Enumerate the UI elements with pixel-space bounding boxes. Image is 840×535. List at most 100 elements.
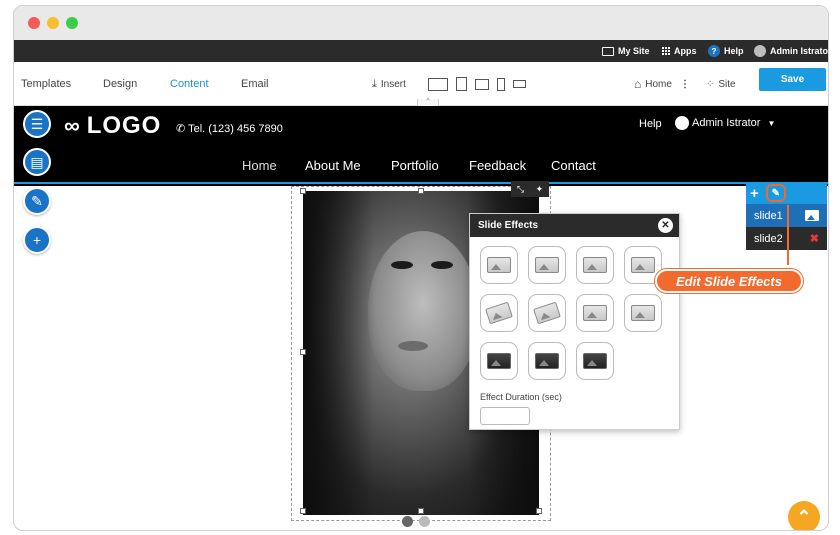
image-icon — [533, 301, 561, 325]
effect-option[interactable] — [528, 294, 566, 332]
slide-dot[interactable] — [402, 516, 413, 527]
avatar-icon — [675, 116, 689, 130]
apps-grid-icon — [662, 47, 670, 55]
tablet-landscape-view-icon[interactable] — [475, 78, 489, 90]
maximize-window-dot[interactable] — [66, 17, 78, 29]
minimize-window-dot[interactable] — [47, 17, 59, 29]
add-slide-icon[interactable]: + — [750, 185, 759, 202]
effect-option[interactable] — [528, 342, 566, 380]
resize-handle[interactable] — [300, 508, 306, 514]
image-icon — [535, 257, 559, 273]
chevron-up-icon: ⌃ — [796, 506, 812, 527]
dialog-title: Slide Effects — [470, 214, 679, 237]
delete-icon[interactable]: ✖ — [810, 232, 819, 245]
effect-duration-input[interactable] — [480, 407, 530, 425]
effect-option[interactable] — [576, 342, 614, 380]
monitor-icon — [602, 46, 614, 56]
tab-templates[interactable]: Templates — [21, 62, 71, 106]
insert-button[interactable]: ⤓ Insert — [372, 62, 406, 106]
plus-icon: + — [32, 232, 42, 248]
image-icon — [583, 305, 607, 321]
tab-design[interactable]: Design — [103, 62, 137, 106]
scroll-to-top-button[interactable]: ⌃ — [788, 501, 820, 530]
nav-contact[interactable]: Contact — [551, 158, 596, 173]
nav-home[interactable]: Home — [242, 158, 277, 173]
edit-slide-effects-callout: Edit Slide Effects — [655, 269, 803, 293]
effects-grid — [480, 246, 662, 380]
resize-icon[interactable]: ⤡ — [517, 184, 524, 195]
mobile-view-icon[interactable] — [497, 77, 505, 91]
home-page-selector[interactable]: ⌂ Home ⋮ — [634, 62, 690, 106]
page-list-icon: ☰ — [30, 115, 44, 132]
save-button[interactable]: Save — [759, 68, 826, 91]
effect-option[interactable] — [480, 294, 518, 332]
magic-wand-icon[interactable]: ✦ — [536, 184, 544, 195]
mobile-landscape-view-icon[interactable] — [513, 80, 526, 88]
phone-icon: ✆ — [176, 123, 186, 135]
effect-duration-label: Effect Duration (sec) — [480, 392, 562, 402]
avatar-icon — [754, 45, 766, 57]
effect-option[interactable] — [576, 246, 614, 284]
desktop-view-icon[interactable] — [428, 77, 448, 91]
header-user-menu[interactable]: Admin Istrator ▼ — [675, 116, 775, 130]
effect-option[interactable] — [480, 342, 518, 380]
caret-down-icon: ▼ — [767, 118, 776, 128]
site-header: ∞ LOGO ✆ Tel. (123) 456 7890 Help Admin … — [14, 106, 828, 186]
callout-pointer — [787, 205, 789, 265]
image-icon — [485, 301, 513, 325]
more-vertical-icon: ⋮ — [679, 78, 690, 90]
add-element-button[interactable]: + — [23, 226, 51, 254]
slide-dot[interactable] — [419, 516, 430, 527]
admin-bar: My Site Apps ? Help Admin Istrator — [14, 40, 828, 62]
resize-handle[interactable] — [418, 508, 424, 514]
apps-link[interactable]: Apps — [662, 40, 697, 62]
infinity-logo-icon: ∞ — [64, 113, 81, 138]
close-window-dot[interactable] — [28, 17, 40, 29]
close-icon[interactable]: ✕ — [658, 218, 673, 233]
download-icon: ⤓ — [372, 77, 377, 90]
effect-option[interactable] — [480, 246, 518, 284]
help-link[interactable]: ? Help — [708, 40, 744, 62]
nav-feedback[interactable]: Feedback — [469, 158, 526, 173]
effect-option[interactable] — [624, 294, 662, 332]
site-logo[interactable]: ∞ LOGO — [64, 112, 161, 140]
device-switcher — [428, 62, 526, 106]
slides-panel-header: + ✎ — [746, 182, 827, 204]
window-titlebar — [14, 6, 828, 40]
edit-list-icon: ✎ — [31, 192, 43, 209]
my-site-link[interactable]: My Site — [602, 40, 650, 62]
browser-window: My Site Apps ? Help Admin Istrator Templ… — [13, 5, 829, 531]
user-menu[interactable]: Admin Istrator — [754, 40, 828, 62]
effect-option[interactable] — [528, 246, 566, 284]
resize-handle[interactable] — [418, 188, 424, 194]
image-icon — [631, 257, 655, 273]
tablet-view-icon[interactable] — [456, 77, 467, 91]
phone-number: ✆ Tel. (123) 456 7890 — [176, 123, 283, 135]
sitemap-icon: ⁘ — [706, 78, 715, 90]
effect-option[interactable] — [576, 294, 614, 332]
image-icon — [535, 353, 559, 369]
image-icon[interactable] — [805, 210, 819, 221]
home-icon: ⌂ — [634, 77, 642, 91]
slide-effects-dialog: Slide Effects ✕ Effect Duration (sec) — [469, 213, 680, 430]
image-tools: ⤡ ✦ — [511, 181, 549, 197]
site-menu[interactable]: ⁘ Site — [706, 62, 736, 106]
floppy-icon: ▤ — [30, 153, 44, 170]
help-icon: ? — [708, 45, 720, 57]
image-icon — [487, 257, 511, 273]
resize-handle[interactable] — [300, 188, 306, 194]
resize-handle[interactable] — [300, 349, 306, 355]
image-icon — [631, 305, 655, 321]
pages-button[interactable]: ☰ — [23, 110, 51, 138]
nav-portfolio[interactable]: Portfolio — [391, 158, 439, 173]
image-icon — [487, 353, 511, 369]
magic-wand-icon[interactable]: ✎ — [765, 184, 786, 202]
header-help-link[interactable]: Help — [639, 118, 662, 130]
save-page-button[interactable]: ▤ — [23, 148, 51, 176]
edit-content-button[interactable]: ✎ — [23, 187, 51, 215]
slide-indicators — [402, 516, 430, 527]
resize-handle[interactable] — [536, 508, 542, 514]
tab-email[interactable]: Email — [241, 62, 269, 106]
nav-about-me[interactable]: About Me — [305, 158, 361, 173]
tab-content[interactable]: Content — [170, 62, 209, 106]
